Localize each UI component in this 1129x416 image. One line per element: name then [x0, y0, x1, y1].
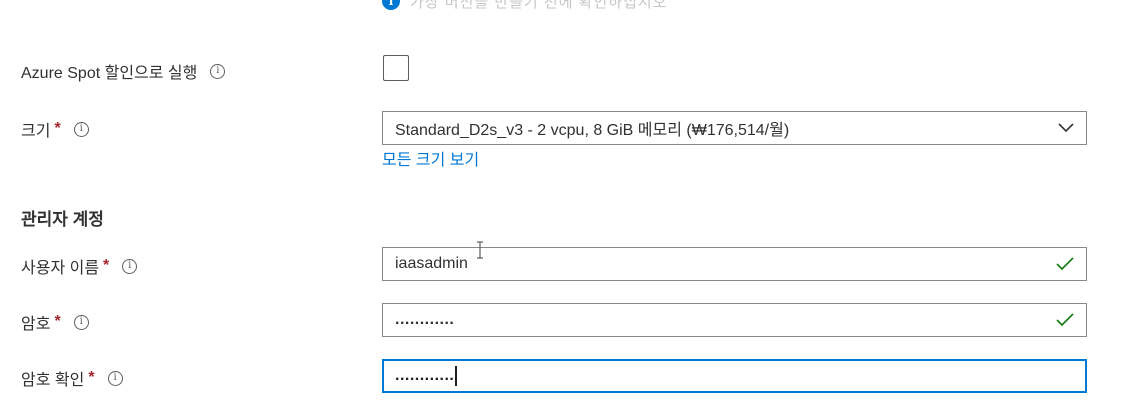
spot-label: Azure Spot 할인으로 실행 [21, 65, 198, 82]
info-banner: i 가상 머신을 만들기 전에 확인하십시오 [382, 0, 667, 12]
text-caret [455, 366, 457, 386]
confirm-password-input[interactable]: ............ [382, 359, 1087, 393]
password-value: ............ [395, 311, 455, 328]
required-mark: * [54, 120, 61, 137]
info-tooltip-icon[interactable]: i [107, 370, 123, 386]
see-all-sizes-link[interactable]: 모든 크기 보기 [382, 146, 479, 170]
info-tooltip-icon[interactable]: i [73, 121, 89, 137]
username-label: 사용자 이름 [21, 260, 100, 277]
admin-account-heading: 관리자 계정 [21, 210, 104, 229]
size-label-row: 크기 * i [21, 117, 89, 141]
username-input[interactable]: iaasadmin [382, 247, 1087, 281]
checkmark-icon [1056, 313, 1074, 327]
info-tooltip-icon[interactable]: i [210, 63, 226, 79]
chevron-down-icon [1058, 123, 1074, 133]
password-input[interactable]: ............ [382, 303, 1087, 337]
size-label: 크기 [21, 123, 51, 140]
info-banner-text: 가상 머신을 만들기 전에 확인하십시오 [410, 0, 668, 11]
confirm-password-field-content: ............ [395, 366, 1074, 386]
required-mark: * [88, 369, 95, 386]
required-mark: * [54, 313, 61, 330]
password-label: 암호 [21, 316, 51, 333]
confirm-password-label: 암호 확인 [21, 372, 85, 389]
username-value: iaasadmin [395, 255, 468, 272]
spot-checkbox[interactable] [383, 55, 409, 81]
info-tooltip-icon[interactable]: i [122, 258, 138, 274]
password-label-row: 암호 * i [21, 310, 89, 334]
size-dropdown[interactable]: Standard_D2s_v3 - 2 vcpu, 8 GiB 메모리 (₩17… [382, 111, 1087, 145]
confirm-password-value: ............ [395, 367, 455, 385]
confirm-password-label-row: 암호 확인 * i [21, 366, 123, 390]
required-mark: * [103, 257, 110, 274]
username-label-row: 사용자 이름 * i [21, 254, 138, 278]
text-cursor-icon [477, 241, 483, 259]
spot-label-row: Azure Spot 할인으로 실행 i [21, 59, 226, 83]
info-icon: i [382, 0, 400, 10]
checkmark-icon [1056, 257, 1074, 271]
info-tooltip-icon[interactable]: i [73, 314, 89, 330]
size-selected-value: Standard_D2s_v3 - 2 vcpu, 8 GiB 메모리 (₩17… [395, 122, 790, 139]
